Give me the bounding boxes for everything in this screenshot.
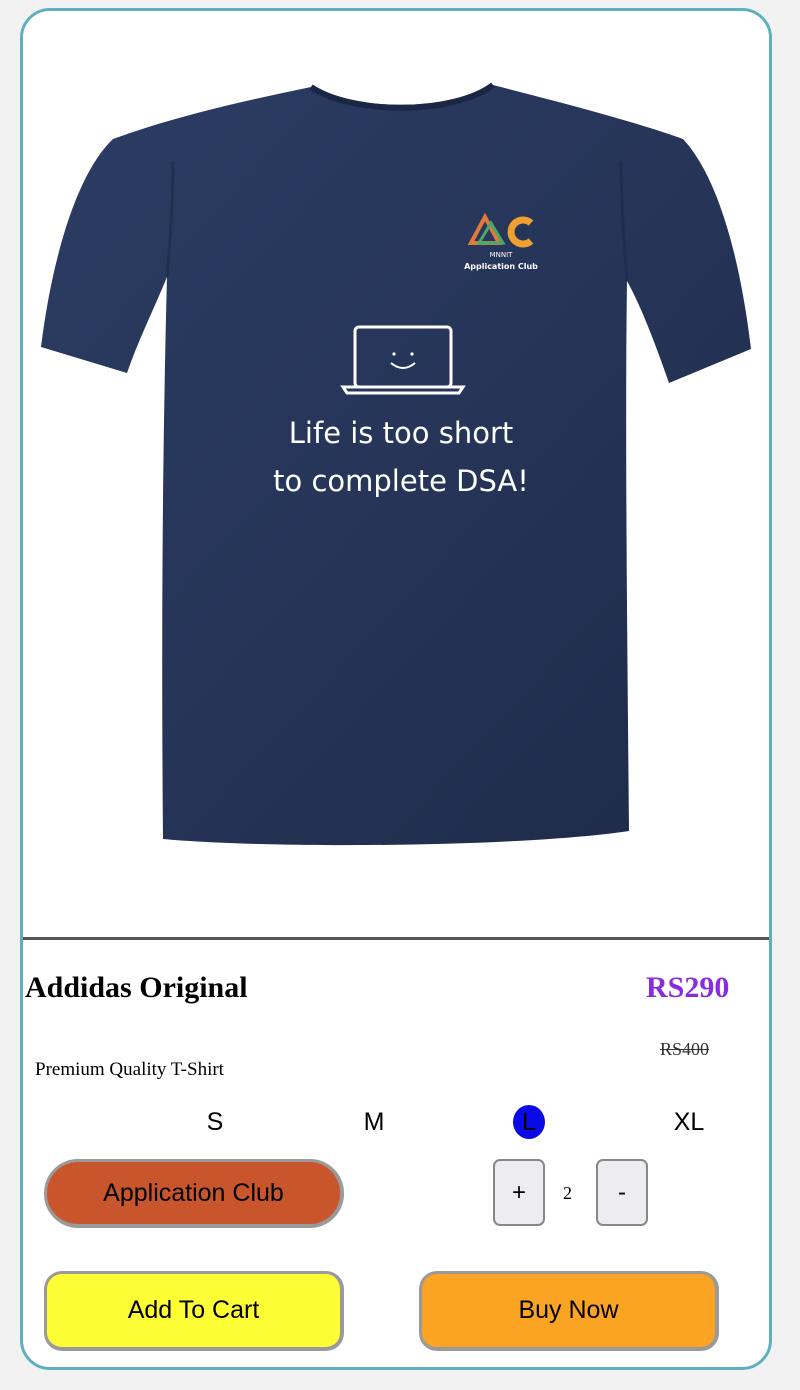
club-logo-brand: MNNIT xyxy=(490,251,514,259)
size-option-l[interactable]: L xyxy=(513,1105,545,1139)
quantity-increment-button[interactable]: + xyxy=(493,1159,545,1226)
add-to-cart-button[interactable]: Add To Cart xyxy=(44,1271,344,1351)
product-original-price: RS400 xyxy=(660,1039,710,1059)
size-option-s[interactable]: S xyxy=(201,1105,229,1139)
product-card: MNNIT Application Club Life is too short… xyxy=(20,8,772,1370)
product-description: Premium Quality T-Shirt xyxy=(35,1059,224,1080)
shirt-print-line1: Life is too short xyxy=(289,416,513,450)
product-price: RS290 xyxy=(646,971,730,1004)
club-logo-name: Application Club xyxy=(464,262,538,271)
size-option-xl[interactable]: XL xyxy=(669,1105,709,1139)
size-option-m[interactable]: M xyxy=(357,1105,391,1139)
tshirt-illustration: MNNIT Application Club Life is too short… xyxy=(41,82,751,846)
product-image: MNNIT Application Club Life is too short… xyxy=(23,11,769,937)
buy-now-button[interactable]: Buy Now xyxy=(419,1271,719,1351)
image-divider xyxy=(23,937,769,940)
quantity-value: 2 xyxy=(563,1183,572,1203)
product-name: Addidas Original xyxy=(25,971,248,1004)
quantity-decrement-button[interactable]: - xyxy=(596,1159,648,1226)
shirt-print-line2: to complete DSA! xyxy=(273,464,529,498)
club-button[interactable]: Application Club xyxy=(44,1159,344,1228)
